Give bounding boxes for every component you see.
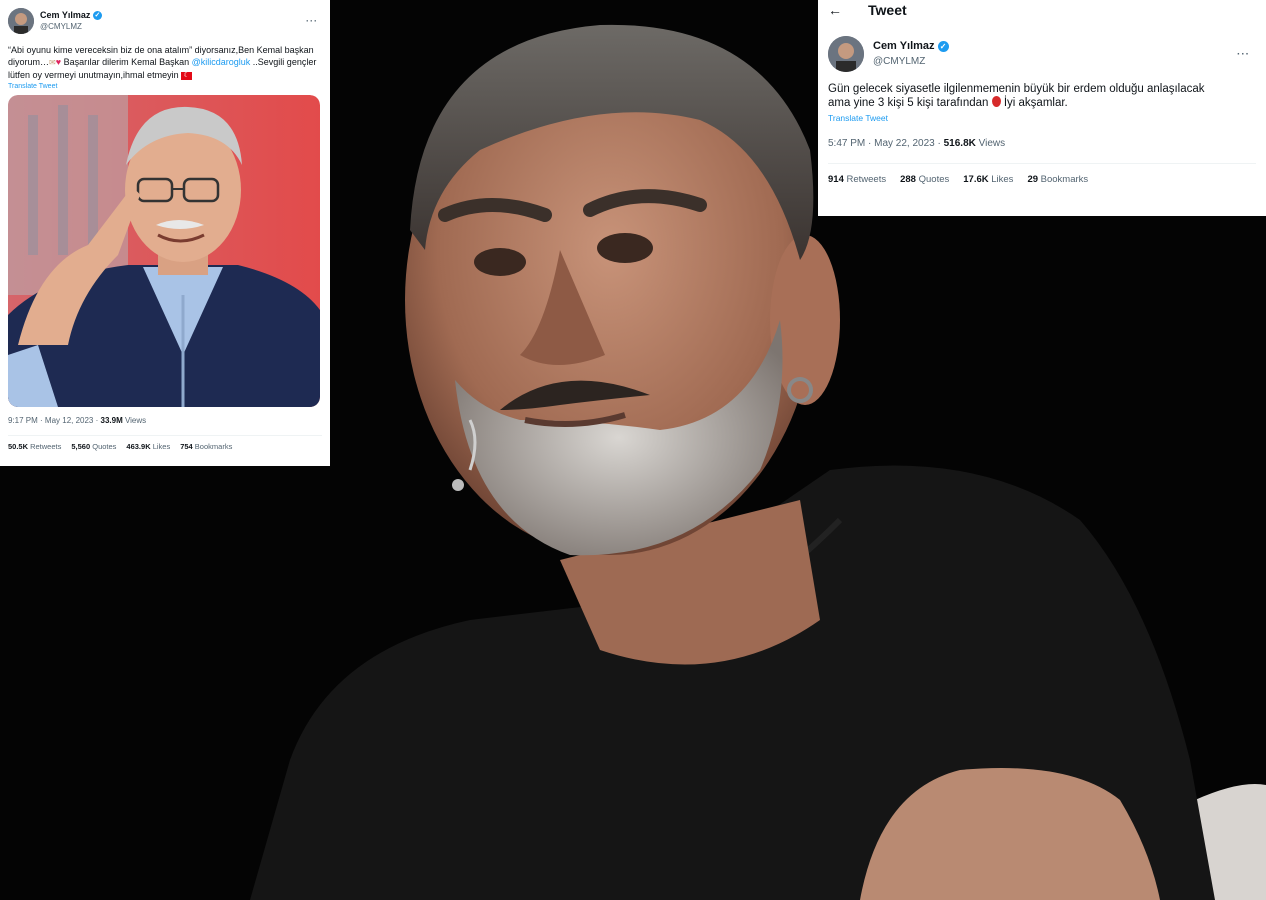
translate-tweet-link[interactable]: Translate Tweet bbox=[8, 83, 322, 90]
page-title: Tweet bbox=[868, 2, 907, 18]
tweet-timestamp[interactable]: 5:47 PM · May 22, 2023 · bbox=[828, 138, 944, 149]
tweet-card-left: Cem Yılmaz ✓ @CMYLMZ ··· “Abi oyunu kime… bbox=[0, 0, 330, 466]
retweets-stat[interactable]: 914 Retweets bbox=[828, 174, 886, 185]
retweets-stat[interactable]: 50.5K Retweets bbox=[8, 442, 61, 451]
tweet-card-right: ← Tweet Cem Yılmaz ✓ @CMYLMZ ··· Gün gel… bbox=[818, 0, 1266, 216]
more-options-icon[interactable]: ··· bbox=[306, 16, 318, 26]
likes-count: 463.9K bbox=[126, 442, 151, 451]
tweet-image[interactable] bbox=[8, 95, 320, 407]
envelope-emoji-icon: ✉ bbox=[49, 58, 56, 67]
tweet-timestamp[interactable]: 9:17 PM · May 12, 2023 · bbox=[8, 416, 101, 425]
views-count: 516.8K bbox=[943, 138, 976, 149]
tweet-meta: 5:47 PM · May 22, 2023 · 516.8K Views bbox=[828, 138, 1256, 149]
tweet-header: Cem Yılmaz ✓ @CMYLMZ ··· bbox=[8, 8, 322, 34]
more-options-icon[interactable]: ··· bbox=[1237, 49, 1250, 60]
author-handle[interactable]: @CMYLMZ bbox=[873, 54, 949, 69]
likes-count: 17.6K bbox=[963, 174, 989, 185]
back-arrow-icon[interactable]: ← bbox=[828, 2, 842, 18]
author-name[interactable]: Cem Yılmaz bbox=[873, 40, 935, 52]
author-name[interactable]: Cem Yılmaz bbox=[40, 10, 90, 20]
avatar[interactable] bbox=[828, 36, 864, 72]
divider bbox=[8, 435, 322, 436]
retweets-label: Retweets bbox=[843, 174, 887, 185]
tweet-text: “Abi oyunu kime vereceksin biz de ona at… bbox=[8, 44, 322, 81]
tweet-text-part: Başarılar dilerim Kemal Başkan bbox=[61, 57, 192, 67]
tweet-text-part: İyi akşamlar. bbox=[1000, 97, 1068, 109]
translate-tweet-link[interactable]: Translate Tweet bbox=[828, 113, 1256, 123]
bookmarks-label: Bookmarks bbox=[192, 442, 233, 451]
bookmarks-stat[interactable]: 29 Bookmarks bbox=[1027, 174, 1088, 185]
likes-stat[interactable]: 463.9K Likes bbox=[126, 442, 170, 451]
avatar[interactable] bbox=[8, 8, 34, 34]
tweet-stats: 914 Retweets 288 Quotes 17.6K Likes 29 B… bbox=[828, 174, 1256, 185]
quotes-count: 5,560 bbox=[71, 442, 91, 451]
likes-label: Likes bbox=[150, 442, 171, 451]
retweets-count: 914 bbox=[828, 174, 844, 185]
retweets-label: Retweets bbox=[28, 442, 62, 451]
verified-badge-icon: ✓ bbox=[92, 11, 102, 21]
bookmarks-count: 754 bbox=[180, 442, 193, 451]
bookmarks-stat[interactable]: 754 Bookmarks bbox=[180, 442, 232, 451]
retweets-count: 50.5K bbox=[8, 442, 29, 451]
views-label: Views bbox=[975, 138, 1006, 149]
likes-stat[interactable]: 17.6K Likes bbox=[963, 174, 1013, 185]
quotes-stat[interactable]: 288 Quotes bbox=[900, 174, 949, 185]
balloon-emoji-icon bbox=[991, 96, 1001, 107]
tweet-header: Cem Yılmaz ✓ @CMYLMZ ··· bbox=[828, 36, 1256, 72]
turkish-flag-emoji-icon: ☾ bbox=[181, 71, 193, 80]
views-label: Views bbox=[122, 416, 147, 425]
divider bbox=[828, 163, 1256, 164]
quotes-label: Quotes bbox=[90, 442, 117, 451]
bookmarks-count: 29 bbox=[1027, 174, 1039, 185]
mention-link[interactable]: @kilicdarogluk bbox=[192, 57, 251, 67]
tweet-page-header: ← Tweet bbox=[828, 0, 1256, 20]
tweet-stats: 50.5K Retweets 5,560 Quotes 463.9K Likes… bbox=[8, 442, 322, 451]
tweet-text: Gün gelecek siyasetle ilgilenmemenin büy… bbox=[828, 82, 1208, 110]
likes-label: Likes bbox=[988, 174, 1014, 185]
tweet-meta: 9:17 PM · May 12, 2023 · 33.9M Views bbox=[8, 416, 322, 425]
bookmarks-label: Bookmarks bbox=[1038, 174, 1089, 185]
quotes-label: Quotes bbox=[915, 174, 950, 185]
views-count: 33.9M bbox=[100, 416, 123, 425]
quotes-stat[interactable]: 5,560 Quotes bbox=[71, 442, 116, 451]
quotes-count: 288 bbox=[900, 174, 916, 185]
verified-badge-icon: ✓ bbox=[937, 40, 949, 52]
author-handle[interactable]: @CMYLMZ bbox=[40, 21, 102, 33]
